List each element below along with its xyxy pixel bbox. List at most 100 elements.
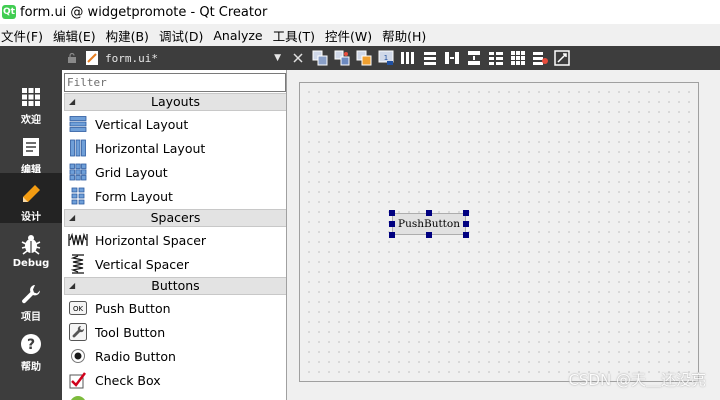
layout-horizontal-splitter-icon[interactable] [441,47,463,69]
filter-input[interactable]: Filter [64,73,286,92]
mode-label: 欢迎 [21,115,41,126]
command-link-icon [68,394,88,400]
horizontal-layout-icon [68,138,88,158]
form-editor-toolbar: 1 [287,46,720,70]
menu-widget[interactable]: 控件(W) [325,26,380,45]
help-icon: ? [20,331,42,357]
layout-horizontal-icon[interactable] [397,47,419,69]
category-spacers[interactable]: ◢ Spacers [64,209,286,227]
mode-help[interactable]: ? 帮助 [0,323,62,373]
resize-handle[interactable] [463,232,469,238]
widget-item-partial[interactable] [68,392,286,400]
widget-label: Horizontal Layout [95,140,206,156]
menu-edit[interactable]: 编辑(E) [53,26,104,45]
edit-signals-slots-icon[interactable] [331,47,353,69]
widget-item[interactable]: Horizontal Spacer [68,228,286,252]
widget-box: Filter ◢ Layouts Vertical Layout Horizon… [62,70,287,400]
form-canvas[interactable]: PushButton [299,82,699,382]
svg-text:OK: OK [73,305,84,313]
resize-handle[interactable] [463,210,469,216]
widget-item[interactable]: Radio Button [68,344,286,368]
mode-welcome[interactable]: 欢迎 [0,76,62,126]
mode-selector: 欢迎 编辑 设计 Debug 项目 ? 帮助 [0,46,62,400]
mode-label: Debug [12,258,50,269]
editor-tab-bar: form.ui* ▼ [62,46,287,70]
menu-tools[interactable]: 工具(T) [273,26,323,45]
layout-form-icon[interactable] [485,47,507,69]
ui-file-icon [86,51,98,65]
vertical-layout-icon [68,114,88,134]
widget-item[interactable]: OK Push Button [68,296,286,320]
break-layout-icon[interactable] [529,47,551,69]
layout-vertical-icon[interactable] [419,47,441,69]
title-bar: Qt form.ui @ widgetpromote - Qt Creator [0,0,720,24]
form-layout-icon [68,186,88,206]
open-file-name[interactable]: form.ui* [105,52,274,65]
document-icon [22,134,40,160]
category-layouts[interactable]: ◢ Layouts [64,93,286,111]
widget-label: Vertical Spacer [95,256,189,272]
qt-creator-icon: Qt [2,5,16,19]
menu-build[interactable]: 构建(B) [106,26,157,45]
check-box-icon [68,370,88,390]
widget-label: Vertical Layout [95,116,189,132]
mode-debug[interactable]: Debug [0,223,62,273]
menu-help[interactable]: 帮助(H) [382,26,434,45]
adjust-size-icon[interactable] [551,47,573,69]
category-title: Layouts [150,94,200,109]
menu-bar: 文件(F) 编辑(E) 构建(B) 调试(D) Analyze 工具(T) 控件… [0,24,720,46]
category-title: Spacers [150,210,201,225]
lock-icon[interactable] [67,53,77,63]
wrench-icon [20,281,42,307]
widget-item[interactable]: Grid Layout [68,160,286,184]
widget-item[interactable]: Vertical Spacer [68,252,286,276]
widget-item[interactable]: Vertical Layout [68,112,286,136]
widget-label: Check Box [95,372,161,388]
resize-handle[interactable] [389,210,395,216]
widget-item[interactable]: Check Box [68,368,286,392]
layout-vertical-splitter-icon[interactable] [463,47,485,69]
menu-file[interactable]: 文件(F) [1,26,51,45]
widget-item[interactable]: Tool Button [68,320,286,344]
menu-debug[interactable]: 调试(D) [159,26,211,45]
window-title: form.ui @ widgetpromote - Qt Creator [20,4,268,20]
mode-label: 设计 [21,212,41,223]
widget-item[interactable]: Form Layout [68,184,286,208]
widget-item[interactable]: Horizontal Layout [68,136,286,160]
mode-design[interactable]: 设计 [0,173,62,223]
close-icon[interactable] [287,47,309,69]
vertical-spacer-icon [68,254,88,274]
resize-handle[interactable] [426,232,432,238]
resize-handle[interactable] [389,221,395,227]
form-editor-area: PushButton [287,70,720,400]
horizontal-spacer-icon [68,230,88,250]
chevron-down-icon[interactable]: ▼ [274,53,281,63]
category-buttons[interactable]: ◢ Buttons [64,277,286,295]
resize-handle[interactable] [463,221,469,227]
widget-label: Push Button [95,300,171,316]
mode-label: 项目 [21,312,41,323]
pencil-icon [20,181,42,207]
menu-analyze[interactable]: Analyze [213,28,270,43]
widget-label: Form Layout [95,188,173,204]
tool-button-icon [68,322,88,342]
mode-edit[interactable]: 编辑 [0,126,62,176]
grid-icon [21,84,41,110]
widget-label: Horizontal Spacer [95,232,207,248]
svg-text:?: ? [27,337,35,353]
resize-handle[interactable] [426,210,432,216]
edit-buddies-icon[interactable] [353,47,375,69]
widget-label: Grid Layout [95,164,168,180]
widget-label: Radio Button [95,348,176,364]
mode-projects[interactable]: 项目 [0,273,62,323]
resize-handle[interactable] [389,232,395,238]
collapse-arrow-icon: ◢ [69,97,76,106]
category-title: Buttons [151,278,200,293]
mode-label: 帮助 [21,362,41,373]
edit-tab-order-icon[interactable]: 1 [375,47,397,69]
edit-widgets-icon[interactable] [309,47,331,69]
radio-button-icon [68,346,88,366]
layout-grid-icon[interactable] [507,47,529,69]
bug-icon [20,231,42,257]
collapse-arrow-icon: ◢ [69,213,76,222]
